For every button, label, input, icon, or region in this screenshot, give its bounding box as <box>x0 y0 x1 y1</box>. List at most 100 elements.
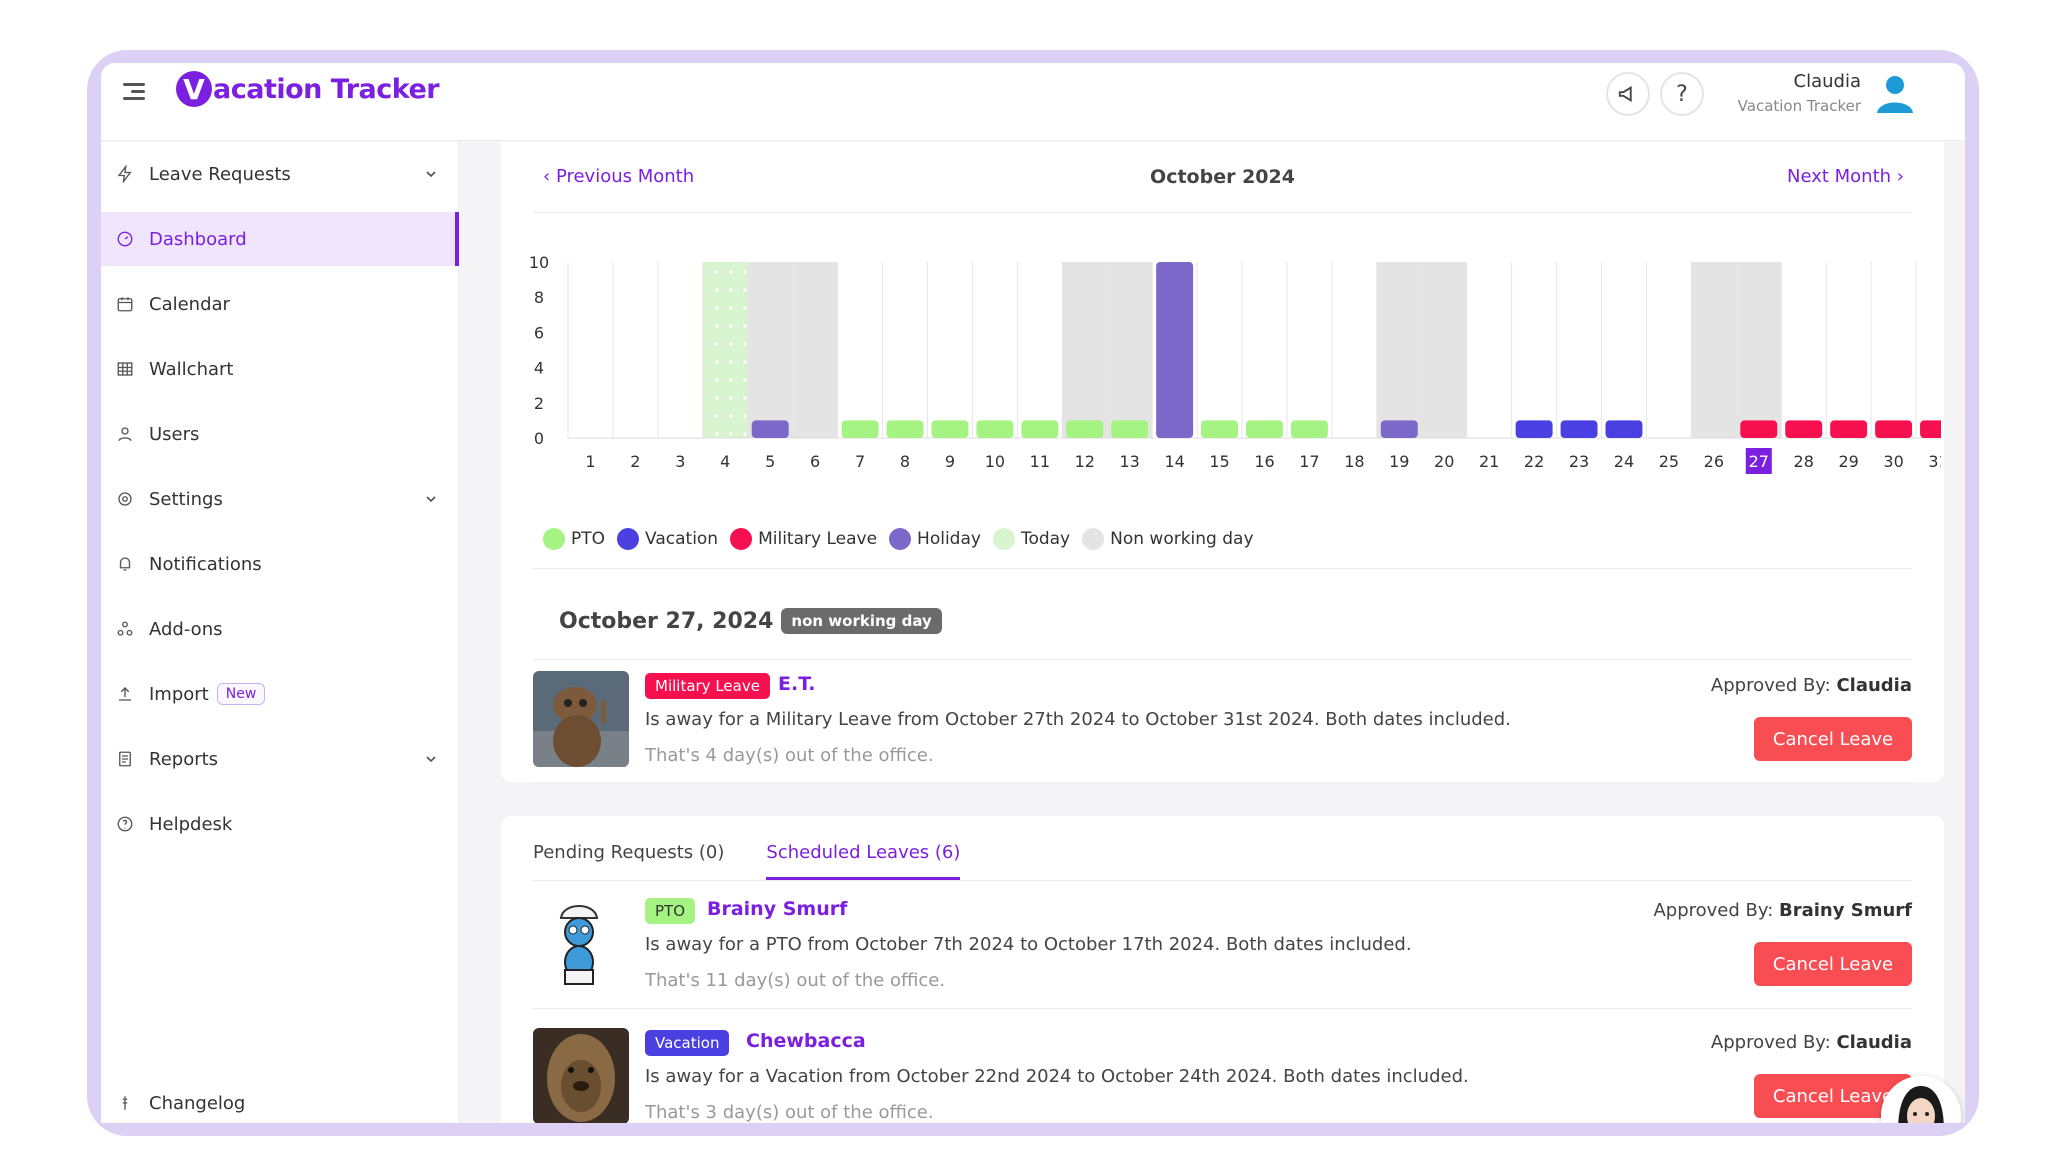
user-icon <box>115 424 135 444</box>
x-tick-label: 8 <box>900 452 910 471</box>
sidebar-item-label: Wallchart <box>149 358 234 380</box>
legend-label: Non working day <box>1110 529 1254 549</box>
sidebar-item-dashboard[interactable]: Dashboard <box>101 212 459 266</box>
chart-legend: PTO Vacation Military Leave Holiday Today Non… <box>543 528 1266 550</box>
menu-toggle-icon[interactable] <box>123 79 149 105</box>
sidebar-item-label: Settings <box>149 488 223 510</box>
legend-label: Vacation <box>645 529 719 549</box>
sidebar-item-import[interactable]: Import New <box>101 667 459 721</box>
sidebar-item-add-ons[interactable]: Add-ons <box>101 602 459 656</box>
x-tick-label: 24 <box>1614 452 1634 471</box>
chevron-down-icon <box>426 496 436 503</box>
chevron-down-icon <box>426 756 436 763</box>
divider <box>533 568 1912 569</box>
upload-icon <box>115 684 135 704</box>
sidebar-item-helpdesk[interactable]: Helpdesk <box>101 797 459 851</box>
today-dot <box>715 378 719 382</box>
bar-pto <box>886 420 924 438</box>
next-month-link[interactable]: Next Month › <box>1787 166 1904 187</box>
leave-user-name[interactable]: E.T. <box>778 673 816 695</box>
sidebar-item-reports[interactable]: Reports <box>101 732 459 786</box>
non-working-day-band <box>1107 262 1153 438</box>
sidebar-item-wallchart[interactable]: Wallchart <box>101 342 459 396</box>
x-tick-label: 2 <box>630 452 640 471</box>
non-working-day-band <box>1062 262 1108 438</box>
sidebar-item-settings[interactable]: Settings <box>101 472 459 526</box>
today-dot <box>743 432 747 436</box>
today-dot <box>715 270 719 274</box>
sidebar-item-leave-requests[interactable]: Leave Requests <box>101 147 459 201</box>
legend-swatch <box>889 528 912 550</box>
x-tick-label: 28 <box>1794 452 1814 471</box>
x-tick-label: 15 <box>1209 452 1229 471</box>
x-tick-label: 6 <box>810 452 820 471</box>
bar-military-leave <box>1785 420 1823 438</box>
legend-item: Non working day <box>1082 528 1254 550</box>
chevron-right-icon: › <box>1896 166 1904 187</box>
leave-user-name[interactable]: Brainy Smurf <box>707 898 847 920</box>
approved-by: Approved By: Brainy Smurf <box>1653 900 1912 921</box>
today-dot <box>715 432 719 436</box>
bell-icon <box>115 554 135 574</box>
cancel-leave-button[interactable]: Cancel Leave <box>1754 717 1912 761</box>
help-button[interactable]: ? <box>1660 72 1704 116</box>
divider <box>533 783 1912 784</box>
legend-label: Military Leave <box>758 529 878 549</box>
leave-type-badge: Vacation <box>645 1030 730 1056</box>
app-logo[interactable]: V acation Tracker <box>176 71 440 107</box>
cancel-leave-button[interactable]: Cancel Leave <box>1754 942 1912 986</box>
leave-type-badge: Military Leave <box>645 673 770 699</box>
logo-mark: V <box>176 71 212 107</box>
approved-by: Approved By: Claudia <box>1711 675 1912 696</box>
non-working-day-band <box>1691 262 1737 438</box>
next-month-label: Next Month <box>1786 166 1892 187</box>
today-dot <box>743 270 747 274</box>
bar-military-leave <box>1740 420 1778 438</box>
changelog-icon <box>115 1093 135 1113</box>
sidebar-item-notifications[interactable]: Notifications <box>101 537 459 591</box>
top-header: V acation Tracker ? Claudia Vacation Tra… <box>101 63 1965 141</box>
announcements-button[interactable] <box>1606 72 1650 116</box>
megaphone-icon <box>1618 85 1632 103</box>
sidebar-item-users[interactable]: Users <box>101 407 459 461</box>
sidebar-item-label: Leave Requests <box>149 163 291 185</box>
bar-military-leave <box>1830 420 1868 438</box>
tab-scheduled-leaves[interactable]: Scheduled Leaves (6) <box>766 832 961 880</box>
sidebar-item-label: Dashboard <box>149 228 247 250</box>
non-working-day-band <box>1376 262 1422 438</box>
x-tick-label: 20 <box>1434 452 1454 471</box>
sidebar-item-changelog[interactable]: Changelog <box>101 1076 459 1123</box>
leave-user-name[interactable]: Chewbacca <box>746 1030 866 1052</box>
app-window: V acation Tracker ? Claudia Vacation Tra… <box>101 63 1965 1123</box>
x-tick-label: 18 <box>1344 452 1364 471</box>
day-leave-row: Military Leave E.T. Is away for a Milita… <box>533 659 1912 769</box>
sidebar-item-label: Notifications <box>149 553 262 575</box>
leave-description: Is away for a Military Leave from Octobe… <box>645 709 1511 730</box>
approved-by-prefix: Approved By: <box>1653 900 1774 921</box>
leave-days: That's 4 day(s) out of the office. <box>645 745 934 766</box>
x-tick-label: 11 <box>1030 452 1050 471</box>
x-tick-label: 21 <box>1479 452 1499 471</box>
leave-chart: 02468101 2 3 4 5 6 7 8 9 10 11 12 13 14 15 16 17 18 19 20 21… <box>529 253 1941 474</box>
sidebar-item-label: Helpdesk <box>149 813 233 835</box>
gauge-icon <box>115 229 135 249</box>
today-dot <box>729 342 733 346</box>
x-tick-label: 30 <box>1883 452 1903 471</box>
grid-icon <box>115 359 135 379</box>
addons-icon <box>115 619 135 639</box>
approved-by-prefix: Approved By: <box>1710 1032 1831 1053</box>
sidebar-item-calendar[interactable]: Calendar <box>101 277 459 331</box>
x-tick-label: 4 <box>720 452 730 471</box>
x-tick-label: 29 <box>1838 452 1858 471</box>
today-dot <box>715 324 719 328</box>
x-tick-label: 13 <box>1120 452 1140 471</box>
user-name[interactable]: Claudia <box>1794 71 1861 92</box>
tab-pending-requests[interactable]: Pending Requests (0) <box>533 832 724 880</box>
legend-label: Today <box>1020 529 1071 549</box>
user-avatar-icon[interactable] <box>1873 71 1917 115</box>
chevron-down-icon <box>426 171 436 178</box>
sidebar-item-label: Users <box>149 423 200 445</box>
non-working-day-band <box>1421 262 1467 438</box>
bar-military-leave <box>1875 420 1913 438</box>
leave-days: That's 3 day(s) out of the office. <box>645 1102 934 1123</box>
